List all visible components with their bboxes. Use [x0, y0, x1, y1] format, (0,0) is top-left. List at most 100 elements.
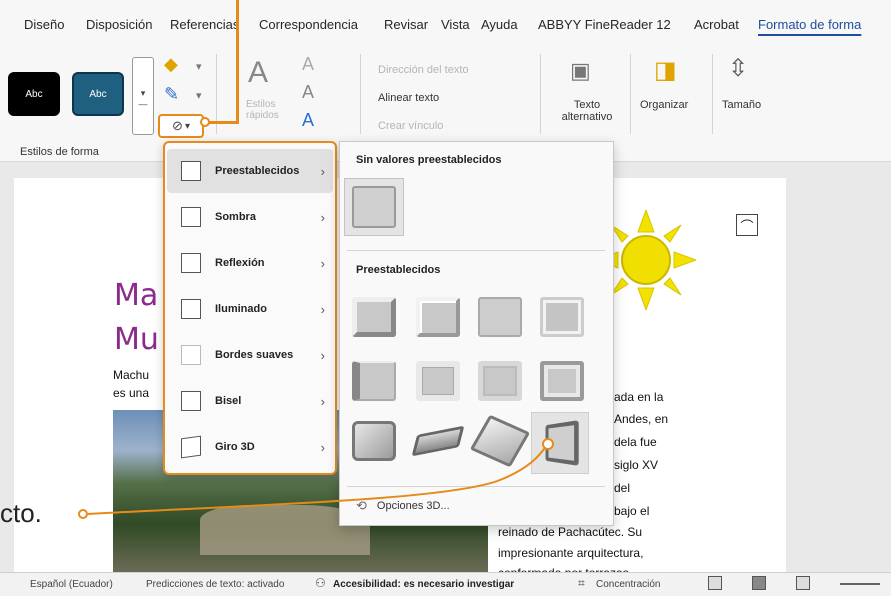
menu-item-bisel[interactable]: Bisel › [167, 379, 333, 423]
menu-item-label: Bordes suaves [215, 349, 294, 361]
preset-tile-1[interactable] [345, 290, 403, 344]
preset-swatch [416, 297, 460, 337]
tab-vista[interactable]: Vista [441, 17, 470, 32]
preset-tile-3[interactable] [471, 290, 529, 344]
chevron-down-icon[interactable]: ▾ [196, 60, 202, 73]
tab-correspondencia[interactable]: Correspondencia [259, 17, 358, 32]
document-text-right-4: siglo XV [614, 458, 659, 472]
shape-style-black[interactable]: Abc [8, 72, 60, 116]
preset-swatch [478, 361, 522, 401]
style-gallery-scroll[interactable]: ▾ — [132, 57, 154, 135]
menu-item-bordes-suaves[interactable]: Bordes suaves › [167, 333, 333, 377]
shape-effects-button[interactable]: ⊘ ▾ [158, 114, 204, 138]
wordart-styles-icon[interactable]: A [248, 56, 268, 90]
shape-styles-group-label: Estilos de forma [20, 146, 99, 158]
callout-text-fragment: cto. [0, 498, 42, 528]
preset-tile-4[interactable] [533, 290, 591, 344]
chevron-right-icon: › [320, 301, 325, 317]
focus-icon: ⌗ [578, 576, 585, 590]
text-fill-icon[interactable]: A [302, 54, 314, 75]
tab-formato-de-forma[interactable]: Formato de forma [758, 17, 861, 32]
preset-tile-6[interactable] [409, 354, 467, 408]
quick-styles-label[interactable]: Estilos rápidos [246, 99, 286, 121]
rotation-3d-icon [181, 435, 201, 459]
preset-tile-5[interactable] [345, 354, 403, 408]
menu-item-giro-3d[interactable]: Giro 3D › [167, 425, 333, 469]
print-layout-icon[interactable] [752, 576, 766, 590]
document-text-right-8: impresionante arquitectura, [498, 546, 644, 560]
text-outline-icon[interactable]: A [302, 82, 314, 103]
status-accessibility[interactable]: Accesibilidad: es necesario investigar [333, 579, 514, 590]
arrange-button[interactable]: Organizar [640, 99, 688, 111]
glow-icon [181, 299, 201, 319]
preset-icon [181, 161, 201, 181]
fill-color-icon[interactable]: ◆ [164, 54, 178, 75]
no-preset-swatch [352, 186, 396, 228]
tab-referencias[interactable]: Referencias [170, 17, 239, 32]
shape-effects-menu: Preestablecidos › Sombra › Reflexión › I… [163, 141, 337, 475]
shadow-icon [181, 207, 201, 227]
size-icon[interactable]: ⇳ [728, 54, 748, 83]
layout-options-icon[interactable]: ⌒ [736, 214, 758, 236]
menu-item-label: Bisel [215, 395, 242, 407]
tab-revisar[interactable]: Revisar [384, 17, 428, 32]
status-language[interactable]: Español (Ecuador) [30, 579, 113, 590]
status-bar: Español (Ecuador) Predicciones de texto:… [0, 572, 891, 596]
document-text-right-1: ada en la [614, 390, 664, 404]
shape-style-teal[interactable]: Abc [72, 72, 124, 116]
chevron-down-icon[interactable]: ▾ [196, 89, 202, 102]
create-link-button[interactable]: Crear vínculo [378, 120, 443, 132]
menu-item-label: Iluminado [215, 303, 267, 315]
status-predictions[interactable]: Predicciones de texto: activado [146, 579, 284, 590]
chevron-right-icon: › [320, 347, 325, 363]
tab-diseno[interactable]: Diseño [24, 17, 64, 32]
separator [360, 54, 361, 134]
preset-swatch [352, 297, 396, 337]
menu-item-preestablecidos[interactable]: Preestablecidos › [167, 149, 333, 193]
preset-tile-8[interactable] [533, 354, 591, 408]
preset-tile-12[interactable] [531, 412, 589, 474]
chevron-right-icon: › [320, 255, 325, 271]
chevron-down-icon: ▾ [184, 120, 190, 132]
text-effects-icon[interactable]: A [302, 110, 314, 131]
tab-abbyy[interactable]: ABBYY FineReader 12 [538, 17, 671, 32]
separator [712, 54, 713, 134]
preset-swatch [478, 297, 522, 337]
preset-tile-2[interactable] [409, 290, 467, 344]
tab-disposicion[interactable]: Disposición [86, 17, 152, 32]
preset-swatch [352, 421, 396, 461]
separator [540, 54, 541, 134]
document-text-right-3: dela fue [614, 435, 657, 449]
options-3d-label: Opciones 3D... [376, 500, 450, 512]
preset-swatch [540, 297, 584, 337]
zoom-slider[interactable] [840, 583, 880, 585]
preset-tile-7[interactable] [471, 354, 529, 408]
menu-item-sombra[interactable]: Sombra › [167, 195, 333, 239]
options-3d-button[interactable]: ⟲ Opciones 3D... [356, 498, 450, 514]
text-direction-button[interactable]: Dirección del texto [378, 64, 469, 76]
tab-ayuda[interactable]: Ayuda [481, 17, 518, 32]
web-layout-icon[interactable] [796, 576, 810, 590]
no-preset-tile[interactable] [344, 178, 404, 236]
menu-item-iluminado[interactable]: Iluminado › [167, 287, 333, 331]
accessibility-icon: ⚇ [315, 576, 326, 590]
size-button[interactable]: Tamaño [722, 99, 761, 111]
tab-acrobat[interactable]: Acrobat [694, 17, 739, 32]
no-preset-heading: Sin valores preestablecidos [356, 154, 502, 166]
separator [347, 486, 605, 487]
arrange-icon[interactable]: ◨ [654, 56, 677, 85]
preset-tile-10[interactable] [409, 414, 467, 468]
menu-item-label: Preestablecidos [215, 165, 300, 177]
alt-text-button[interactable]: Texto alternativo [552, 99, 622, 123]
status-focus[interactable]: Concentración [596, 579, 660, 590]
menu-item-label: Giro 3D [215, 441, 255, 453]
reflection-icon [181, 253, 201, 273]
outline-color-icon[interactable]: ✎ [164, 84, 179, 105]
read-mode-icon[interactable] [708, 576, 722, 590]
preset-tile-11[interactable] [469, 414, 531, 468]
callout-pointer-line [236, 0, 239, 124]
menu-item-reflexion[interactable]: Reflexión › [167, 241, 333, 285]
preset-tile-9[interactable] [345, 414, 403, 468]
align-text-button[interactable]: Alinear texto [378, 92, 439, 104]
alt-text-icon[interactable]: ▣ [570, 58, 591, 84]
